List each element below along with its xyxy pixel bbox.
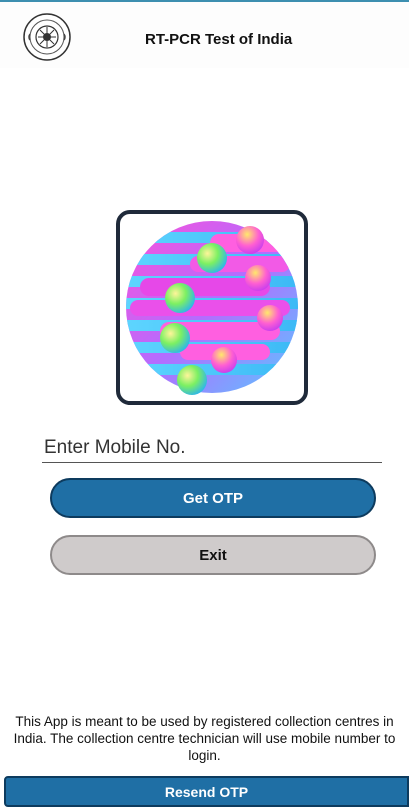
rtpcr-app-logo-icon [126,221,298,395]
app-header: RT-PCR Test of India [0,2,409,68]
app-logo [116,210,308,405]
get-otp-button[interactable]: Get OTP [50,478,376,518]
notice-line: India. The collection centre technician … [13,731,396,746]
icmr-emblem-icon [22,12,72,62]
notice-line: login. [188,748,221,763]
notice-line: This App is meant to be used by register… [15,714,394,729]
page-title: RT-PCR Test of India [145,31,293,48]
resend-otp-button[interactable]: Resend OTP [4,776,409,807]
app-notice: This App is meant to be used by register… [0,713,409,764]
exit-button[interactable]: Exit [50,535,376,575]
mobile-number-input[interactable] [42,433,382,463]
